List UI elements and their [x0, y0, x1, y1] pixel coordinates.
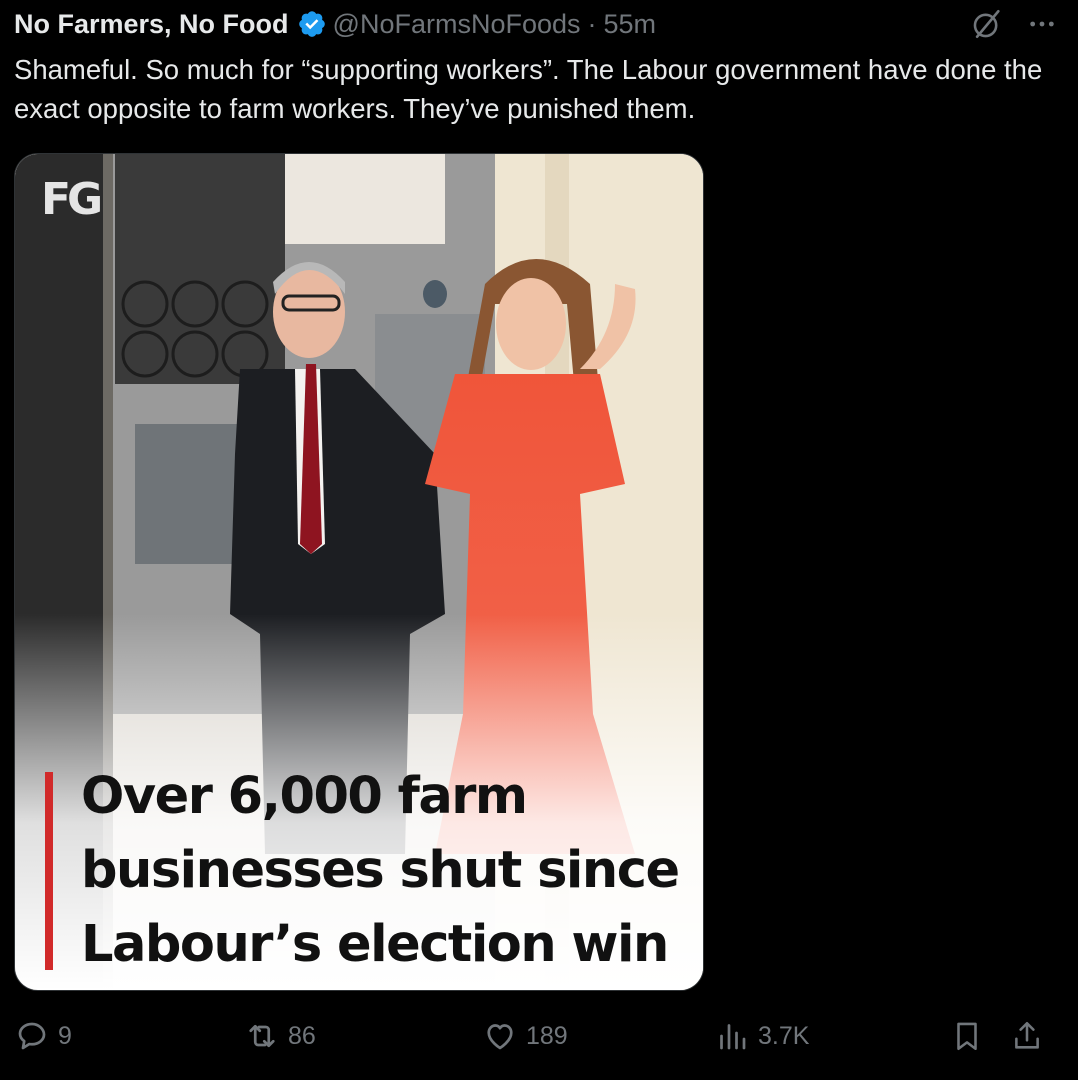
repost-count: 86 [288, 1021, 316, 1050]
post-text: Shameful. So much for “supporting worker… [14, 54, 1043, 124]
post-header: No Farmers, No Food @NoFarmsNoFoods · 55… [14, 6, 1058, 42]
share-icon[interactable] [1010, 1018, 1044, 1054]
views-count: 3.7K [758, 1021, 810, 1050]
reply-button[interactable]: 9 [14, 1014, 72, 1058]
repost-icon [249, 1024, 275, 1048]
like-icon [487, 1024, 513, 1050]
headline-accent-bar [45, 772, 53, 970]
reply-count: 9 [58, 1021, 72, 1050]
views-icon [720, 1024, 746, 1050]
author-name[interactable]: No Farmers, No Food [14, 9, 289, 40]
reply-icon [18, 1022, 46, 1050]
like-count: 189 [526, 1021, 568, 1050]
post-time[interactable]: 55m [604, 9, 657, 40]
more-icon[interactable] [1026, 8, 1058, 40]
verified-badge-icon[interactable] [297, 9, 327, 39]
like-button[interactable]: 189 [482, 1014, 568, 1058]
author-handle[interactable]: @NoFarmsNoFoods [333, 9, 581, 40]
bookmark-icon[interactable] [950, 1018, 984, 1054]
grok-icon[interactable] [970, 7, 1004, 41]
separator-dot: · [587, 8, 597, 39]
post-image[interactable]: FG Over 6,000 farm businesses shut since… [14, 153, 704, 991]
image-headline: Over 6,000 farm businesses shut since La… [81, 767, 680, 974]
post-actions: 9 86 189 3.7K [14, 1014, 1054, 1058]
repost-button[interactable]: 86 [244, 1014, 316, 1058]
views-button[interactable]: 3.7K [714, 1014, 809, 1058]
publisher-logo: FG [41, 174, 103, 225]
